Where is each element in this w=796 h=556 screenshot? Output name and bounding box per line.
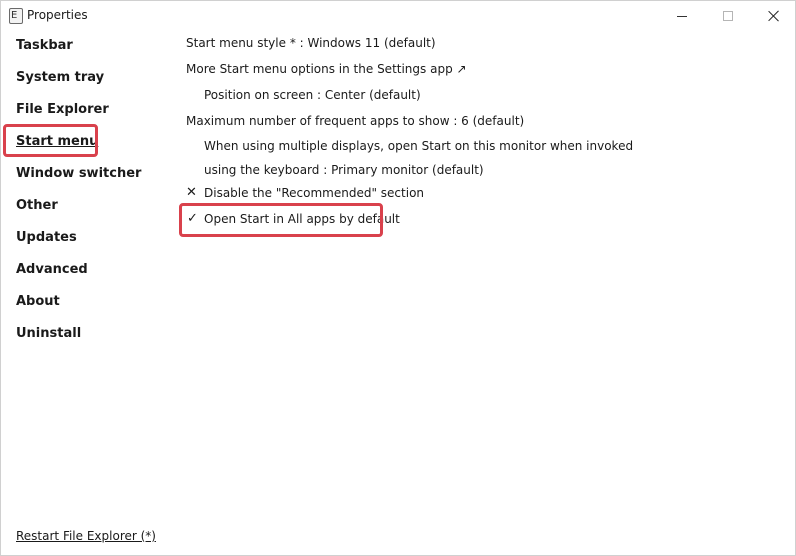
sidebar-item-start-menu[interactable]: Start menu <box>16 134 98 150</box>
sidebar-item-advanced[interactable]: Advanced <box>16 262 88 278</box>
sidebar-item-window-switcher[interactable]: Window switcher <box>16 166 141 182</box>
minimize-button[interactable] <box>659 1 705 31</box>
properties-window: E Properties Taskbar System tray File Ex… <box>0 0 796 556</box>
maximize-icon <box>723 11 733 21</box>
start-menu-style-option[interactable]: Start menu style * : Windows 11 (default… <box>186 35 436 51</box>
window-title: Properties <box>27 8 88 22</box>
minimize-icon <box>677 15 687 17</box>
x-mark-icon: ✕ <box>186 185 197 200</box>
position-on-screen-option[interactable]: Position on screen : Center (default) <box>204 87 421 103</box>
sidebar-item-taskbar[interactable]: Taskbar <box>16 38 73 54</box>
open-all-apps-toggle[interactable]: Open Start in All apps by default <box>204 211 400 227</box>
disable-recommended-toggle[interactable]: Disable the "Recommended" section <box>204 185 424 201</box>
sidebar-item-about[interactable]: About <box>16 294 60 310</box>
maximize-button[interactable] <box>705 1 751 31</box>
max-frequent-apps-option[interactable]: Maximum number of frequent apps to show … <box>186 113 524 129</box>
sidebar-item-other[interactable]: Other <box>16 198 58 214</box>
restart-file-explorer-link[interactable]: Restart File Explorer (*) <box>16 529 156 543</box>
app-icon-glyph: E <box>11 10 18 21</box>
close-icon <box>768 10 780 22</box>
sidebar-item-updates[interactable]: Updates <box>16 230 77 246</box>
check-mark-icon: ✓ <box>187 211 198 226</box>
title-bar[interactable]: E Properties <box>1 1 796 31</box>
sidebar-item-file-explorer[interactable]: File Explorer <box>16 102 109 118</box>
app-icon: E <box>9 8 23 24</box>
multi-display-option[interactable]: When using multiple displays, open Start… <box>204 134 634 182</box>
sidebar-item-system-tray[interactable]: System tray <box>16 70 104 86</box>
close-button[interactable] <box>751 1 796 31</box>
more-start-options-link[interactable]: More Start menu options in the Settings … <box>186 61 467 77</box>
sidebar-item-uninstall[interactable]: Uninstall <box>16 326 81 342</box>
